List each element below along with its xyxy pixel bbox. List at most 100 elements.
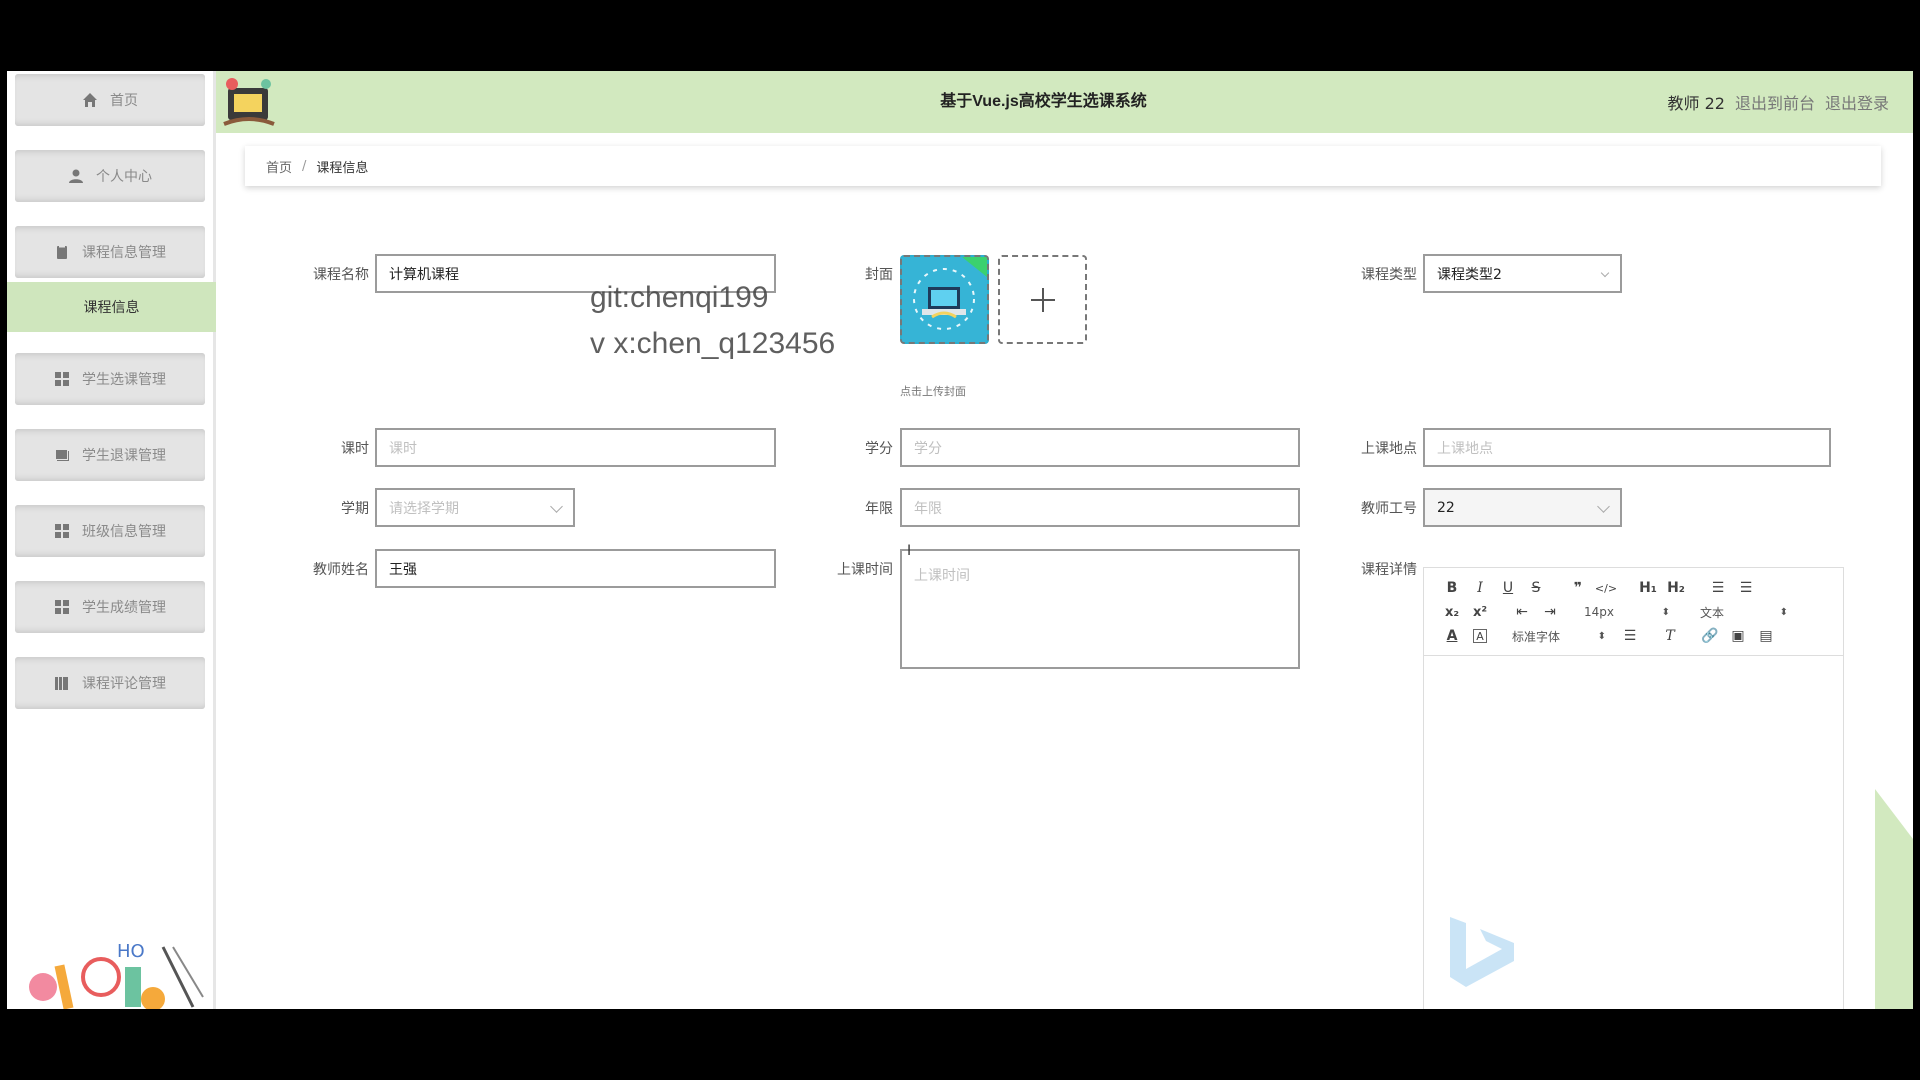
location-label: 上课地点: [1361, 441, 1417, 457]
top-header: 基于Vue.js高校学生选课系统 教师 22 退出到前台 退出登录: [216, 71, 1913, 133]
sidebar-item-label: 个人中心: [96, 169, 152, 185]
font-size-value: 14px: [1584, 605, 1614, 619]
sidebar-item-label: 班级信息管理: [82, 524, 166, 540]
sidebar-item-comments[interactable]: 课程评论管理: [15, 657, 205, 709]
course-type-select[interactable]: 课程类型2: [1423, 254, 1622, 293]
sidebar-subitem-course-info[interactable]: 课程信息: [7, 282, 216, 332]
sidebar-item-label: 学生成绩管理: [82, 600, 166, 616]
bullet-list-icon[interactable]: ☰: [1732, 577, 1760, 599]
cover-thumbnail-icon: [902, 257, 987, 342]
user-icon: [68, 168, 84, 184]
video-icon[interactable]: ▤: [1752, 625, 1780, 647]
subscript-icon[interactable]: x₂: [1438, 601, 1466, 623]
back-to-front-link[interactable]: 退出到前台: [1735, 90, 1815, 114]
underline-icon[interactable]: U: [1494, 577, 1522, 599]
image-icon[interactable]: ▣: [1724, 625, 1752, 647]
code-icon[interactable]: </>: [1592, 577, 1620, 599]
course-name-label: 课程名称: [313, 267, 369, 283]
text-cursor-icon: I: [907, 543, 912, 559]
credit-label: 学分: [865, 441, 893, 457]
years-input[interactable]: 年限: [900, 488, 1300, 527]
align-icon[interactable]: ☰: [1616, 625, 1644, 647]
details-label: 课程详情: [1361, 562, 1417, 578]
outdent-icon[interactable]: ⇤: [1508, 601, 1536, 623]
sidebar-item-home[interactable]: 首页: [15, 74, 205, 126]
strike-icon[interactable]: S: [1522, 577, 1550, 599]
link-icon[interactable]: 🔗: [1696, 625, 1724, 647]
course-type-value: 课程类型2: [1437, 266, 1502, 283]
grid-icon: [54, 371, 70, 387]
cover-image[interactable]: [900, 255, 989, 344]
sidebar-item-label: 课程信息管理: [82, 245, 166, 261]
sidebar-item-profile[interactable]: 个人中心: [15, 150, 205, 202]
sidebar-item-course-drop[interactable]: 学生退课管理: [15, 429, 205, 481]
sidebar-item-grades[interactable]: 学生成绩管理: [15, 581, 205, 633]
page-title: 基于Vue.js高校学生选课系统: [940, 93, 1147, 110]
font-family-select[interactable]: 标准字体 ⬍: [1512, 628, 1606, 645]
clear-format-icon[interactable]: T: [1656, 625, 1684, 647]
updown-icon: ⬍: [1597, 630, 1606, 642]
document-icon: [54, 244, 70, 260]
header-select-value: 文本: [1700, 605, 1725, 620]
hours-label: 课时: [341, 441, 369, 457]
sidebar-item-label: 课程评论管理: [82, 676, 166, 692]
home-icon: [82, 92, 98, 108]
class-time-textarea[interactable]: 上课时间: [900, 549, 1300, 669]
course-type-label: 课程类型: [1361, 267, 1417, 283]
header-select[interactable]: 文本 ⬍: [1700, 604, 1788, 621]
teacher-id-value: 22: [1437, 499, 1455, 516]
teacher-name-input[interactable]: 王强: [375, 549, 776, 588]
semester-select[interactable]: 请选择学期: [375, 488, 575, 527]
sidebar-item-label: 学生选课管理: [82, 372, 166, 388]
font-color-icon[interactable]: A: [1438, 625, 1466, 647]
semester-placeholder: 请选择学期: [389, 500, 459, 517]
hours-input[interactable]: 课时: [375, 428, 776, 467]
h1-icon[interactable]: H₁: [1634, 577, 1662, 599]
svg-text:HO: HO: [117, 941, 145, 962]
editor-toolbar: B I U S ❞ </> H₁ H₂ ☰ ☰ x₂ x² ⇤ ⇥ 14px ⬍: [1424, 568, 1843, 656]
sidebar: 首页 个人中心 课程信息管理 课程信息 学生选课管理 学生退课管理 班级信息管理…: [7, 71, 216, 1009]
sidebar-subitem-label: 课程信息: [83, 300, 140, 316]
header-actions: 教师 22 退出到前台 退出登录: [1668, 71, 1889, 133]
blockquote-icon[interactable]: ❞: [1564, 577, 1592, 599]
bold-icon[interactable]: B: [1438, 577, 1466, 599]
watermark-line-1: git:chenqi199: [590, 281, 769, 314]
logout-link[interactable]: 退出登录: [1825, 90, 1889, 114]
font-family-value: 标准字体: [1512, 629, 1561, 644]
updown-icon: ⬍: [1779, 606, 1788, 618]
teacher-name-label: 教师姓名: [313, 562, 369, 578]
books-icon: [54, 675, 70, 691]
rich-text-editor: B I U S ❞ </> H₁ H₂ ☰ ☰ x₂ x² ⇤ ⇥ 14px ⬍: [1423, 567, 1844, 1009]
chevron-down-icon: [1597, 500, 1610, 513]
sidebar-item-course-info-mgmt[interactable]: 课程信息管理: [15, 226, 205, 278]
h2-icon[interactable]: H₂: [1662, 577, 1690, 599]
location-input[interactable]: 上课地点: [1423, 428, 1831, 467]
teacher-id-label: 教师工号: [1361, 501, 1417, 517]
current-user: 教师 22: [1667, 94, 1725, 113]
decoration-illustration: HO: [29, 941, 204, 1009]
indent-icon[interactable]: ⇥: [1536, 601, 1564, 623]
font-size-select[interactable]: 14px ⬍: [1584, 605, 1670, 619]
bing-logo-icon: [1450, 917, 1514, 987]
chevron-down-icon: [1600, 268, 1610, 278]
class-time-label: 上课时间: [837, 562, 893, 578]
ordered-list-icon[interactable]: ☰: [1704, 577, 1732, 599]
cover-upload-tip: 点击上传封面: [900, 385, 966, 398]
sidebar-item-course-selection[interactable]: 学生选课管理: [15, 353, 205, 405]
teacher-id-select[interactable]: 22: [1423, 488, 1622, 527]
decoration-triangle: [1875, 789, 1913, 1009]
italic-icon[interactable]: I: [1466, 577, 1494, 599]
breadcrumb-home[interactable]: 首页: [266, 157, 292, 176]
credit-input[interactable]: 学分: [900, 428, 1300, 467]
breadcrumb-current: 课程信息: [316, 160, 369, 176]
background-color-icon[interactable]: A: [1473, 629, 1487, 643]
editor-content-area[interactable]: [1424, 657, 1843, 1009]
sidebar-item-class-info[interactable]: 班级信息管理: [15, 505, 205, 557]
semester-label: 学期: [341, 501, 369, 517]
years-label: 年限: [865, 501, 893, 517]
upload-cover-button[interactable]: [998, 255, 1087, 344]
watermark: git:chenqi199 v x:chen_q123456: [590, 275, 835, 367]
watermark-line-2: v x:chen_q123456: [590, 327, 836, 360]
plus-icon: [1030, 287, 1055, 312]
superscript-icon[interactable]: x²: [1466, 601, 1494, 623]
